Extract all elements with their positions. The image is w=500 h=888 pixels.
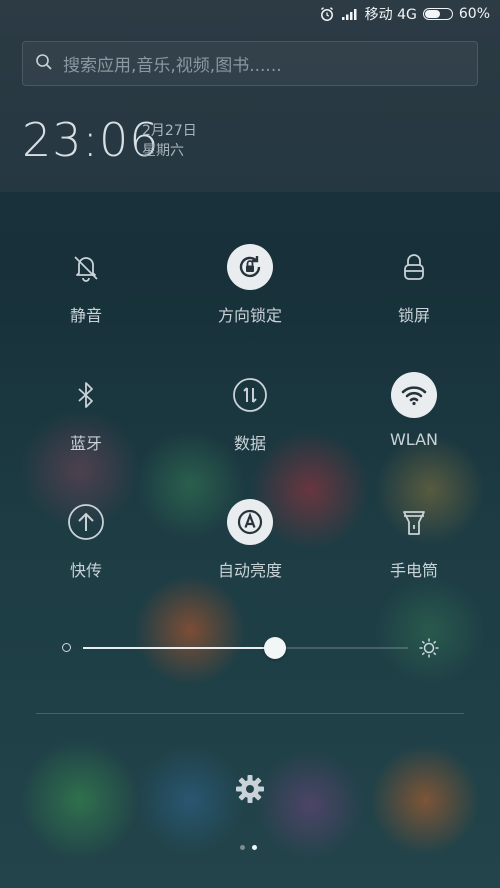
brightness-track-fill: [83, 647, 275, 649]
toggle-wlan[interactable]: WLAN: [344, 372, 484, 449]
toggle-lock-screen[interactable]: 锁屏: [344, 244, 484, 326]
battery-icon: [422, 8, 453, 20]
date-label: 2月27日: [142, 123, 197, 139]
search-placeholder: 搜索应用,音乐,视频,图书......: [63, 56, 282, 76]
flashlight-icon: [391, 499, 437, 545]
lock-icon: [391, 244, 437, 290]
toggle-label: 自动亮度: [217, 561, 282, 580]
signal-icon: [341, 7, 359, 21]
wifi-icon: [391, 372, 437, 418]
upload-icon: [63, 499, 109, 545]
brightness-slider[interactable]: [58, 632, 448, 662]
auto-brightness-icon: [227, 499, 273, 545]
brightness-knob[interactable]: [263, 637, 286, 659]
brightness-low-icon: [62, 643, 71, 652]
brightness-track[interactable]: [83, 647, 408, 649]
data-icon: [227, 372, 273, 418]
settings-button[interactable]: [233, 772, 267, 806]
status-bar: 移动 4G 60%: [0, 0, 500, 28]
battery-fill: [424, 10, 440, 18]
page-dot-active[interactable]: [252, 845, 257, 850]
page-dot[interactable]: [240, 845, 245, 850]
toggle-quick-share[interactable]: 快传: [16, 499, 156, 581]
toggle-auto-brightness[interactable]: 自动亮度: [180, 499, 320, 581]
toggle-label: 锁屏: [397, 306, 430, 325]
search-input[interactable]: 搜索应用,音乐,视频,图书......: [22, 41, 478, 86]
date-block[interactable]: 2月27日 星期六: [142, 121, 197, 161]
search-icon: [35, 53, 53, 75]
brightness-high-icon: [418, 637, 440, 663]
toggle-flashlight[interactable]: 手电筒: [344, 499, 484, 581]
toggle-label: 快传: [69, 561, 102, 580]
bluetooth-icon: [63, 372, 109, 418]
toggle-label: WLAN: [389, 430, 438, 449]
rotation-lock-icon: [227, 244, 273, 290]
toggle-data[interactable]: 数据: [180, 372, 320, 454]
page-indicator: [240, 845, 257, 850]
battery-percent: 60%: [458, 6, 490, 22]
bell-off-icon: [63, 244, 109, 290]
alarm-icon: [319, 6, 335, 22]
carrier-label: 移动 4G: [364, 7, 417, 23]
toggle-label: 手电筒: [389, 561, 438, 580]
toggle-label: 蓝牙: [69, 434, 102, 453]
divider: [36, 713, 464, 714]
toggle-rotation-lock[interactable]: 方向锁定: [180, 244, 320, 326]
toggle-mute[interactable]: 静音: [16, 244, 156, 326]
toggle-label: 方向锁定: [217, 306, 282, 325]
toggle-label: 数据: [233, 434, 266, 453]
gear-icon: [233, 775, 267, 810]
clock-time[interactable]: 23:06: [22, 112, 160, 168]
toggle-bluetooth[interactable]: 蓝牙: [16, 372, 156, 454]
weekday-label: 星期六: [142, 143, 184, 159]
toggle-label: 静音: [69, 306, 102, 325]
